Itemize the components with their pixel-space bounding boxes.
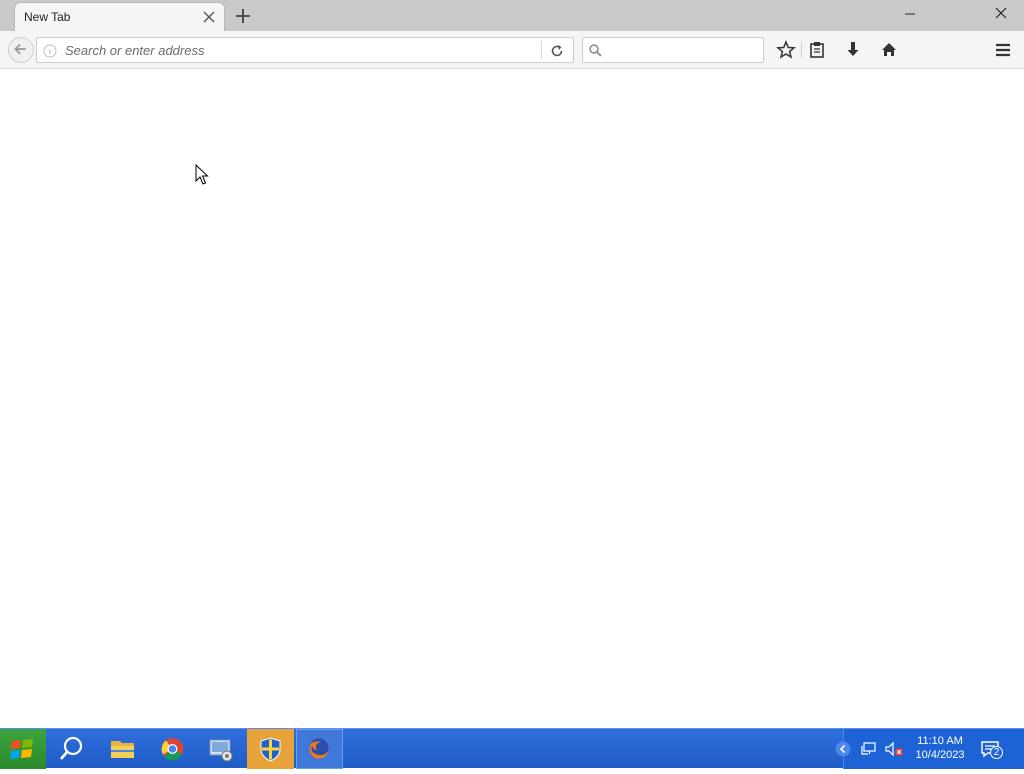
- address-input[interactable]: [65, 38, 535, 62]
- reload-icon[interactable]: [547, 41, 567, 61]
- taskbar-firefox[interactable]: [296, 729, 343, 769]
- taskbar-chrome[interactable]: [149, 729, 196, 769]
- address-divider: [541, 41, 542, 59]
- address-bar[interactable]: [36, 37, 574, 63]
- clipboard-icon[interactable]: [806, 39, 828, 61]
- chevron-left-icon[interactable]: [835, 741, 851, 757]
- notification-center-button[interactable]: 2: [980, 738, 1006, 760]
- search-bar[interactable]: [582, 37, 764, 63]
- clock-date[interactable]: 10/4/2023: [912, 749, 968, 761]
- taskbar-control-panel[interactable]: [198, 729, 245, 769]
- volume-muted-icon[interactable]: [884, 741, 904, 757]
- taskbar-security-center[interactable]: [247, 729, 294, 769]
- network-icon[interactable]: [860, 741, 878, 757]
- info-icon[interactable]: [43, 44, 57, 58]
- home-icon[interactable]: [878, 39, 900, 61]
- close-icon[interactable]: [202, 10, 216, 24]
- mouse-cursor-icon: [195, 164, 209, 185]
- search-input[interactable]: [609, 38, 759, 62]
- tab-new-tab[interactable]: New Tab: [14, 2, 225, 31]
- title-bar: New Tab: [0, 0, 1024, 31]
- chrome-icon: [161, 738, 184, 761]
- system-tray: 11:10 AM 10/4/2023 2: [835, 729, 1024, 769]
- notification-count-badge: 2: [990, 746, 1003, 759]
- plus-icon[interactable]: [233, 6, 253, 26]
- hamburger-menu-icon[interactable]: [992, 39, 1014, 61]
- star-icon[interactable]: [775, 39, 797, 61]
- taskbar: 11:10 AM 10/4/2023 2: [0, 728, 1024, 769]
- download-icon[interactable]: [842, 39, 864, 61]
- back-button[interactable]: [8, 37, 34, 63]
- taskbar-search-button[interactable]: [48, 729, 95, 769]
- page-content: [0, 69, 1024, 728]
- toolbar-divider: [801, 42, 802, 58]
- start-button[interactable]: [0, 729, 46, 769]
- firefox-icon: [309, 738, 329, 759]
- search-icon: [60, 736, 83, 760]
- window-close-icon[interactable]: [986, 0, 1016, 28]
- control-panel-icon: [209, 739, 233, 762]
- taskbar-file-explorer[interactable]: [99, 729, 146, 769]
- shield-icon: [260, 737, 281, 762]
- windows-logo-icon: [10, 739, 33, 759]
- search-icon: [589, 44, 602, 57]
- tab-title: New Tab: [24, 10, 71, 24]
- navigation-toolbar: [0, 31, 1024, 69]
- clock-time[interactable]: 11:10 AM: [912, 735, 968, 747]
- back-arrow-icon: [14, 43, 26, 55]
- minimize-icon[interactable]: [896, 0, 924, 28]
- folder-icon: [111, 741, 134, 758]
